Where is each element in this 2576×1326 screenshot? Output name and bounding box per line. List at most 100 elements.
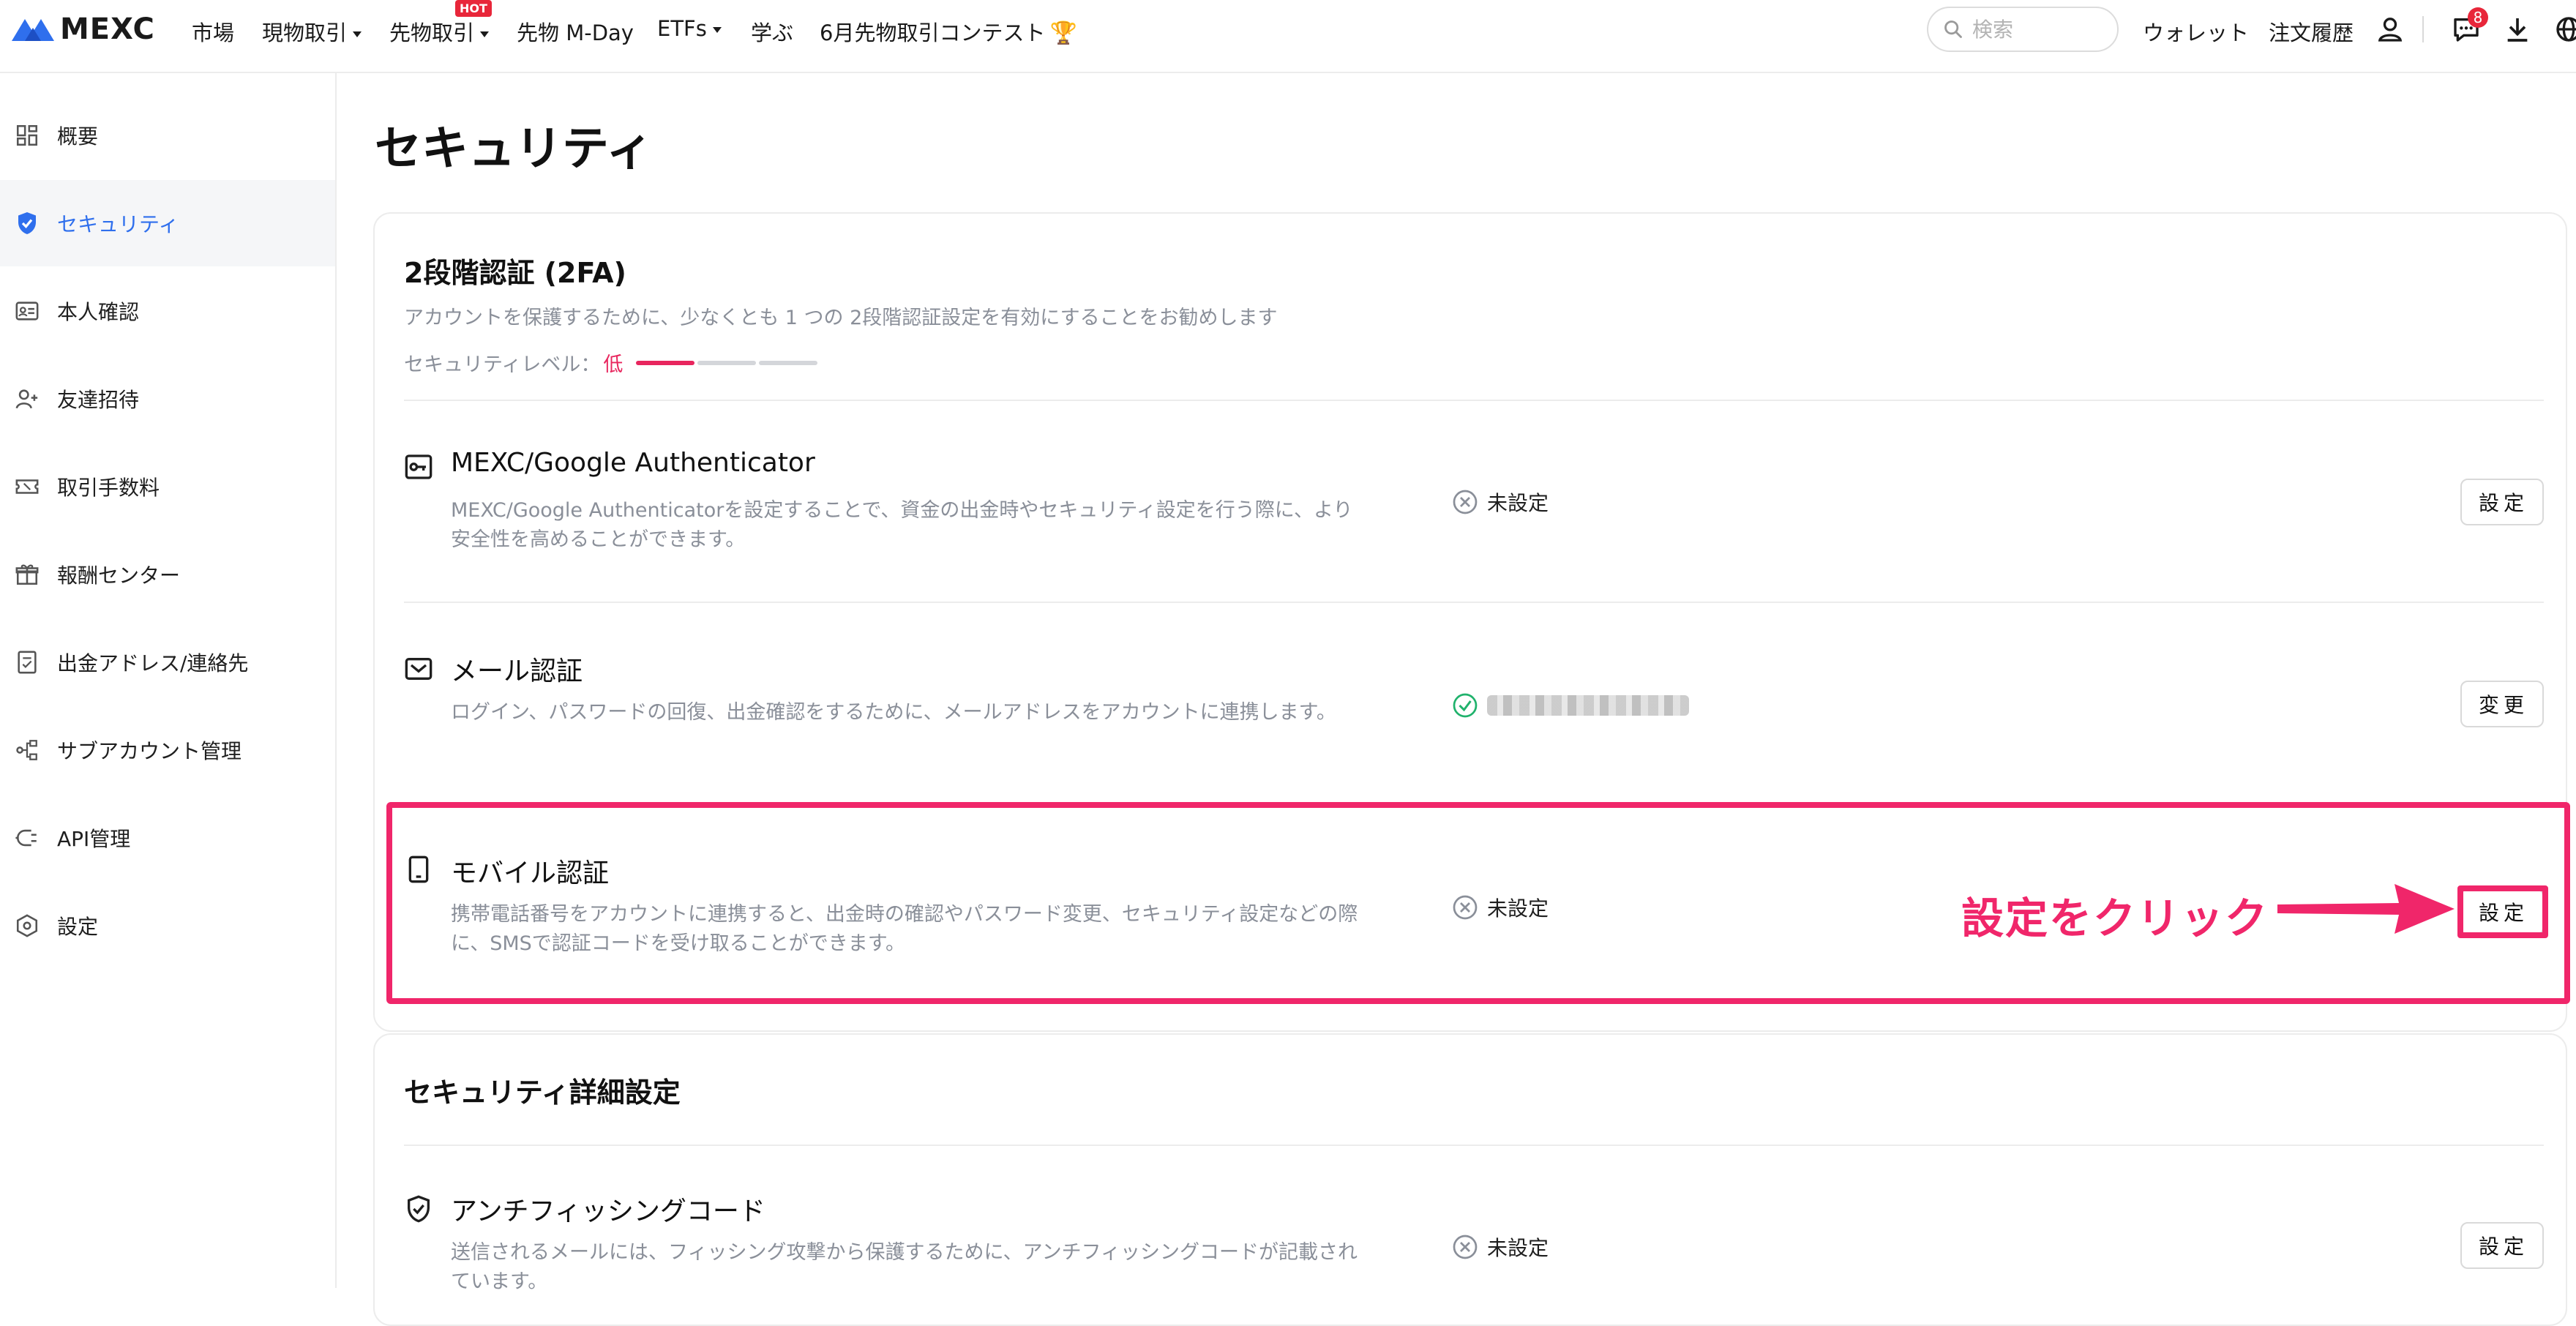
annotation-text: 設定をクリック bbox=[1961, 894, 2269, 943]
close-circle-icon bbox=[1453, 1235, 1478, 1259]
chevron-down-icon bbox=[480, 31, 490, 37]
chevron-down-icon bbox=[712, 27, 722, 33]
anti-phishing-setup-button[interactable]: 設定 bbox=[2460, 1222, 2544, 1269]
twofa-title: 2段階認証 (2FA) bbox=[404, 257, 626, 289]
security-level-value: 低 bbox=[603, 353, 624, 376]
status-text: 未設定 bbox=[1487, 1236, 1549, 1260]
sidebar-item-label: API管理 bbox=[57, 827, 131, 851]
top-navigation-bar: MEXC 市場 現物取引 HOT 先物取引 先物 M-Day ETFs 学ぶ 6… bbox=[0, 0, 2576, 73]
masked-email bbox=[1487, 695, 1689, 716]
mexc-logo[interactable]: MEXC bbox=[10, 12, 155, 46]
download-icon[interactable] bbox=[2503, 15, 2532, 44]
key-icon bbox=[405, 454, 433, 479]
section-divider bbox=[404, 400, 2544, 401]
mobile-setup-button[interactable]: 設定 bbox=[2460, 888, 2544, 935]
trophy-icon: 🏆 bbox=[1049, 20, 1077, 46]
email-change-button[interactable]: 変更 bbox=[2460, 681, 2544, 727]
security-level-bar-3 bbox=[759, 360, 818, 365]
sidebar-item-settings[interactable]: 設定 bbox=[0, 883, 335, 969]
sidebar-item-label: 設定 bbox=[57, 915, 99, 939]
sidebar-item-label: 出金アドレス/連絡先 bbox=[57, 651, 249, 675]
sidebar-item-sub-accounts[interactable]: サブアカウント管理 bbox=[0, 707, 335, 793]
sidebar-item-referral[interactable]: 友達招待 bbox=[0, 356, 335, 442]
chevron-down-icon bbox=[353, 31, 362, 37]
nav-contest-label: 6月先物取引コンテスト bbox=[820, 20, 1046, 45]
mail-icon bbox=[405, 658, 433, 680]
order-history-link[interactable]: 注文履歴 bbox=[2269, 16, 2354, 47]
nav-spot-label: 現物取引 bbox=[262, 20, 348, 45]
sub-account-icon bbox=[13, 736, 41, 764]
ticket-icon bbox=[13, 473, 41, 501]
anti-phishing-title: アンチフィッシングコード bbox=[451, 1196, 765, 1226]
security-level-bar-2 bbox=[697, 360, 757, 365]
status-text: 未設定 bbox=[1487, 896, 1549, 921]
mexc-logo-icon bbox=[12, 19, 54, 41]
nav-futures[interactable]: 先物取引 bbox=[389, 16, 490, 47]
search-input[interactable] bbox=[1971, 16, 2103, 42]
globe-icon[interactable] bbox=[2554, 15, 2576, 44]
section-divider bbox=[404, 1145, 2544, 1146]
mobile-auth-title: モバイル認証 bbox=[451, 858, 610, 888]
id-card-icon bbox=[13, 297, 41, 325]
status-text: 未設定 bbox=[1487, 491, 1549, 515]
nav-mday[interactable]: 先物 M-Day bbox=[517, 16, 634, 47]
sidebar-item-api[interactable]: API管理 bbox=[0, 795, 335, 881]
user-add-icon bbox=[13, 385, 41, 413]
user-icon[interactable] bbox=[2375, 15, 2405, 44]
gift-icon bbox=[13, 561, 41, 588]
nav-etfs-label: ETFs bbox=[657, 16, 707, 41]
nav-contest[interactable]: 6月先物取引コンテスト 🏆 bbox=[820, 16, 1077, 47]
arrow-right-icon bbox=[2277, 884, 2455, 934]
search-box[interactable] bbox=[1927, 7, 2119, 52]
sidebar-item-withdraw-address[interactable]: 出金アドレス/連絡先 bbox=[0, 619, 335, 705]
nav-markets-label: 市場 bbox=[192, 20, 235, 45]
row-divider bbox=[404, 602, 2544, 603]
sidebar-item-security[interactable]: セキュリティ bbox=[0, 180, 335, 266]
mobile-auth-status: 未設定 bbox=[1452, 893, 1549, 922]
shield-icon bbox=[13, 209, 41, 237]
google-auth-title: MEXC/Google Authenticator bbox=[451, 448, 815, 478]
close-circle-icon bbox=[1453, 490, 1478, 514]
sidebar-item-overview[interactable]: 概要 bbox=[0, 92, 335, 179]
sidebar-item-label: 友達招待 bbox=[57, 388, 140, 412]
sidebar-item-identity[interactable]: 本人確認 bbox=[0, 268, 335, 354]
sidebar-item-rewards[interactable]: 報酬センター bbox=[0, 531, 335, 618]
hot-badge: HOT bbox=[455, 0, 492, 17]
nav-futures-label: 先物取引 bbox=[389, 20, 475, 45]
wallet-link[interactable]: ウォレット bbox=[2143, 16, 2249, 47]
page-title: セキュリティ bbox=[375, 122, 654, 176]
google-auth-setup-button[interactable]: 設定 bbox=[2460, 479, 2544, 525]
sidebar-item-label: 報酬センター bbox=[57, 563, 181, 588]
sidebar-item-label: セキュリティ bbox=[57, 212, 179, 236]
api-icon bbox=[13, 824, 41, 852]
email-auth-status bbox=[1452, 692, 1689, 719]
dashboard-icon bbox=[13, 121, 41, 149]
check-circle-icon bbox=[1453, 693, 1478, 718]
sidebar-item-label: 概要 bbox=[57, 124, 99, 149]
email-auth-title: メール認証 bbox=[451, 656, 583, 686]
mobile-icon bbox=[408, 855, 429, 883]
settings-icon bbox=[13, 912, 41, 940]
sidebar-item-label: サブアカウント管理 bbox=[57, 739, 242, 763]
brand-name: MEXC bbox=[60, 12, 155, 46]
sidebar: 概要 セキュリティ 本人確認 友達招待 取引手数料 報酬センター 出金アドレス/… bbox=[0, 73, 337, 1288]
nav-learn[interactable]: 学ぶ bbox=[751, 16, 793, 47]
nav-learn-label: 学ぶ bbox=[751, 20, 794, 45]
address-book-icon bbox=[13, 648, 41, 676]
nav-etfs[interactable]: ETFs bbox=[657, 16, 722, 41]
google-auth-description: MEXC/Google Authenticatorを設定することで、資金の出金時… bbox=[451, 499, 1353, 551]
twofa-description: アカウントを保護するために、少なくとも 1 つの 2段階認証設定を有効にすること… bbox=[404, 307, 1278, 329]
nav-spot[interactable]: 現物取引 bbox=[262, 16, 362, 47]
security-level-bar-1 bbox=[636, 360, 695, 365]
nav-divider bbox=[2422, 16, 2424, 42]
sidebar-item-fees[interactable]: 取引手数料 bbox=[0, 443, 335, 530]
nav-markets[interactable]: 市場 bbox=[192, 16, 234, 47]
security-level: セキュリティレベル： 低 bbox=[404, 348, 818, 377]
google-auth-status: 未設定 bbox=[1452, 487, 1549, 517]
security-level-label: セキュリティレベル： bbox=[404, 353, 601, 376]
advanced-security-title: セキュリティ詳細設定 bbox=[404, 1076, 681, 1109]
close-circle-icon bbox=[1453, 895, 1478, 920]
email-auth-description: ログイン、パスワードの回復、出金確認をするために、メールアドレスをアカウントに連… bbox=[451, 701, 1336, 724]
sidebar-item-label: 取引手数料 bbox=[57, 476, 160, 500]
sidebar-item-label: 本人確認 bbox=[57, 300, 140, 324]
